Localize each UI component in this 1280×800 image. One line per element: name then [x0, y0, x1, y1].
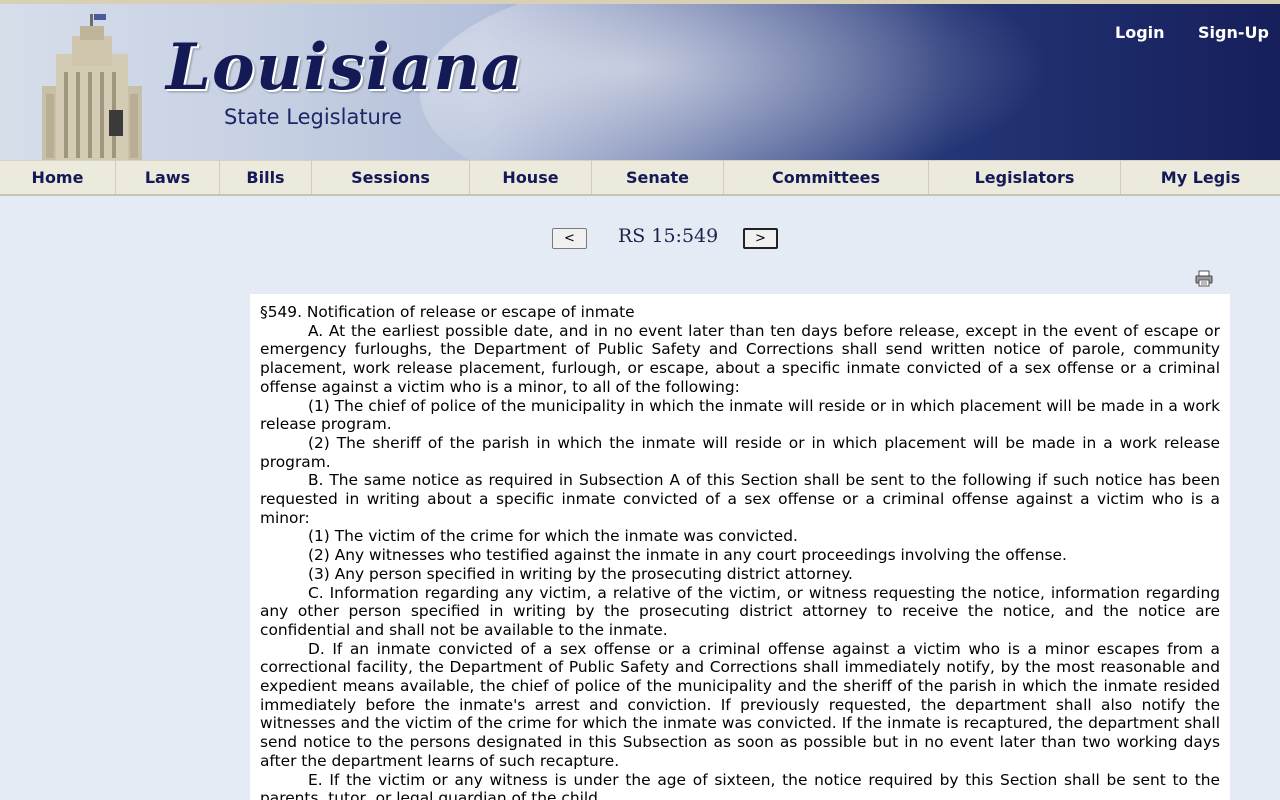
paragraph-a-1: (1) The chief of police of the municipal… — [260, 396, 1220, 434]
header-swoosh — [420, 4, 1120, 160]
paragraph-e: E. If the victim or any witness is under… — [260, 770, 1220, 800]
statute-pager: < RS 15:549 > — [0, 224, 1280, 252]
nav-my-legis[interactable]: My Legis — [1121, 161, 1280, 194]
next-section-button[interactable]: > — [743, 228, 778, 249]
nav-sessions[interactable]: Sessions — [312, 161, 470, 194]
paragraph-b-3: (3) Any person specified in writing by t… — [308, 564, 853, 583]
nav-senate[interactable]: Senate — [592, 161, 724, 194]
login-link[interactable]: Login — [1115, 23, 1165, 42]
capitol-building-icon — [42, 14, 142, 160]
paragraph-a: A. At the earliest possible date, and in… — [260, 321, 1220, 396]
site-header: Louisiana State Legislature Login Sign-U… — [0, 4, 1280, 160]
nav-committees[interactable]: Committees — [724, 161, 929, 194]
nav-home[interactable]: Home — [0, 161, 116, 194]
logo-title: Louisiana — [166, 30, 524, 105]
paragraph-c: C. Information regarding any victim, a r… — [260, 583, 1220, 639]
statute-document: §549. Notification of release or escape … — [250, 294, 1230, 800]
logo-subtitle: State Legislature — [224, 105, 402, 129]
nav-legislators[interactable]: Legislators — [929, 161, 1121, 194]
nav-laws[interactable]: Laws — [116, 161, 220, 194]
signup-link[interactable]: Sign-Up — [1198, 23, 1269, 42]
nav-bills[interactable]: Bills — [220, 161, 312, 194]
paragraph-b-2: (2) Any witnesses who testified against … — [308, 546, 1067, 565]
section-heading: §549. Notification of release or escape … — [260, 303, 635, 321]
previous-section-button[interactable]: < — [552, 228, 587, 249]
paragraph-b: B. The same notice as required in Subsec… — [260, 471, 1220, 527]
paragraph-d: D. If an inmate convicted of a sex offen… — [260, 639, 1220, 770]
paragraph-b-1: (1) The victim of the crime for which th… — [308, 527, 798, 546]
paragraph-a-2: (2) The sheriff of the parish in which t… — [260, 433, 1220, 471]
printer-icon[interactable] — [1195, 270, 1213, 287]
statute-title: RS 15:549 — [618, 225, 719, 247]
nav-house[interactable]: House — [470, 161, 592, 194]
main-nav: Home Laws Bills Sessions House Senate Co… — [0, 160, 1280, 196]
